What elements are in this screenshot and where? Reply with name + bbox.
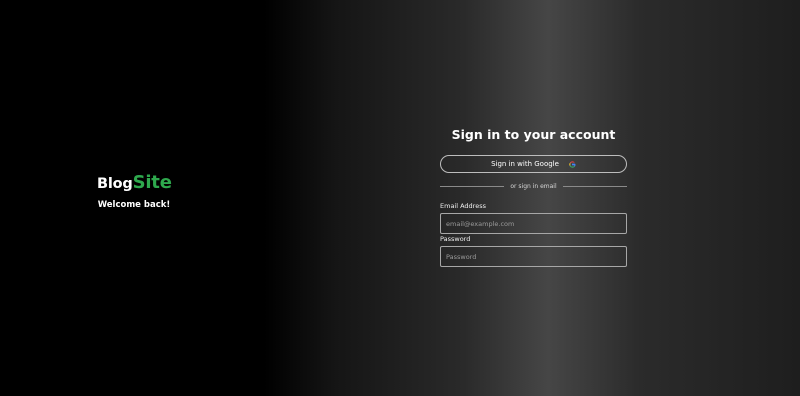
logo: BlogSite [97, 172, 172, 193]
google-signin-label: Sign in with Google [491, 160, 559, 168]
google-icon [569, 160, 576, 168]
email-input[interactable] [440, 213, 627, 234]
signin-form: Sign in to your account Sign in with Goo… [440, 126, 627, 267]
welcome-text: Welcome back! [97, 200, 171, 210]
email-label: Email Address [440, 202, 486, 210]
logo-text-site: Site [132, 172, 172, 193]
password-input[interactable] [440, 246, 627, 267]
password-label: Password [440, 235, 471, 243]
divider-line-right [562, 186, 627, 187]
or-divider: or sign in email [440, 183, 627, 190]
brand-panel: BlogSite Welcome back! [97, 172, 172, 211]
page-title: Sign in to your account [451, 127, 616, 142]
google-signin-button[interactable]: Sign in with Google [440, 155, 627, 173]
divider-text: or sign in email [510, 183, 557, 190]
logo-text-blog: Blog [97, 176, 133, 192]
divider-line-left [440, 186, 505, 187]
